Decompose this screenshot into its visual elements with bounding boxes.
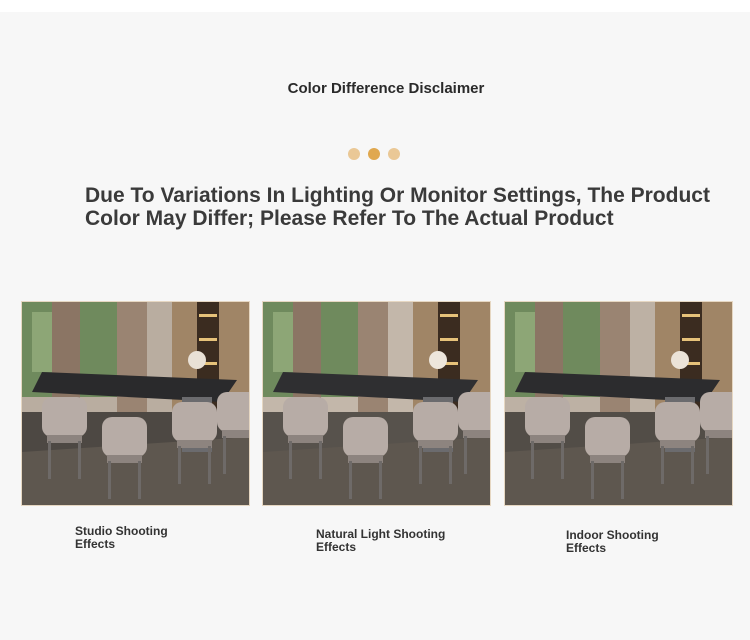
curtain-left <box>535 302 563 412</box>
chair-back <box>525 397 570 437</box>
chair-leg <box>223 436 226 474</box>
chair-back <box>585 417 630 457</box>
caption-line: Effects <box>566 541 607 555</box>
chair-leg <box>691 446 694 484</box>
chair-leg <box>464 436 467 474</box>
chair-seat <box>177 440 212 448</box>
chair-leg <box>289 441 292 479</box>
chair-back <box>217 392 249 432</box>
disclaimer-line-1: Due To Variations In Lighting Or Monitor… <box>85 184 710 207</box>
shelf-light <box>199 338 217 341</box>
indoor-shooting-caption: Indoor Shooting Effects <box>566 529 716 555</box>
chair-leg <box>48 441 51 479</box>
chair-back <box>42 397 87 437</box>
chair-seat <box>47 435 82 443</box>
natural-light-shooting-photo <box>262 301 491 506</box>
chair-back <box>413 402 458 442</box>
chair-back <box>700 392 732 432</box>
dot-3 <box>388 148 400 160</box>
chair-leg <box>319 441 322 479</box>
indoor-shooting-photo <box>504 301 733 506</box>
chair-back <box>172 402 217 442</box>
chair-leg <box>349 461 352 499</box>
shelf-light <box>440 338 458 341</box>
caption-line: Effects <box>75 537 116 551</box>
scene-illustration <box>505 302 732 505</box>
chair-back <box>458 392 490 432</box>
studio-shooting-photo <box>21 301 250 506</box>
chair-seat <box>107 455 142 463</box>
shelf-light <box>682 338 700 341</box>
chair-back <box>102 417 147 457</box>
scene-illustration <box>22 302 249 505</box>
disclaimer-line-2: Color May Differ; Please Refer To The Ac… <box>85 207 614 230</box>
chair-seat <box>418 440 453 448</box>
curtain-left <box>293 302 321 412</box>
chair-leg <box>178 446 181 484</box>
chair-seat <box>463 430 490 438</box>
caption-line: Effects <box>316 540 357 554</box>
chair-leg <box>561 441 564 479</box>
chair-leg <box>449 446 452 484</box>
chair-leg <box>138 461 141 499</box>
shelf-light <box>199 314 217 317</box>
chair-seat <box>590 455 625 463</box>
page-title: Color Difference Disclaimer <box>287 80 485 97</box>
chair-leg <box>531 441 534 479</box>
lamp <box>671 351 689 369</box>
chair-seat <box>348 455 383 463</box>
decorative-dots <box>348 148 400 160</box>
chair-leg <box>706 436 709 474</box>
chair-leg <box>621 461 624 499</box>
chair-leg <box>108 461 111 499</box>
lamp <box>429 351 447 369</box>
shelf-light <box>682 314 700 317</box>
chair-back <box>343 417 388 457</box>
natural-light-caption: Natural Light Shooting Effects <box>316 528 466 554</box>
chair-seat <box>288 435 323 443</box>
chair-seat <box>660 440 695 448</box>
scene-illustration <box>263 302 490 505</box>
chair-leg <box>379 461 382 499</box>
chair-seat <box>222 430 249 438</box>
chair-leg <box>208 446 211 484</box>
chair-leg <box>661 446 664 484</box>
chair-back <box>283 397 328 437</box>
chair-leg <box>591 461 594 499</box>
dot-1 <box>348 148 360 160</box>
disclaimer-text: Due To Variations In Lighting Or Monitor… <box>85 184 725 230</box>
curtain-left <box>52 302 80 412</box>
chair-leg <box>419 446 422 484</box>
shelf-light <box>440 314 458 317</box>
studio-shooting-caption: Studio Shooting Effects <box>75 525 225 551</box>
chair-seat <box>530 435 565 443</box>
lamp <box>188 351 206 369</box>
chair-back <box>655 402 700 442</box>
top-strip <box>0 0 750 12</box>
chair-leg <box>78 441 81 479</box>
dot-2 <box>368 148 380 160</box>
chair-seat <box>705 430 732 438</box>
